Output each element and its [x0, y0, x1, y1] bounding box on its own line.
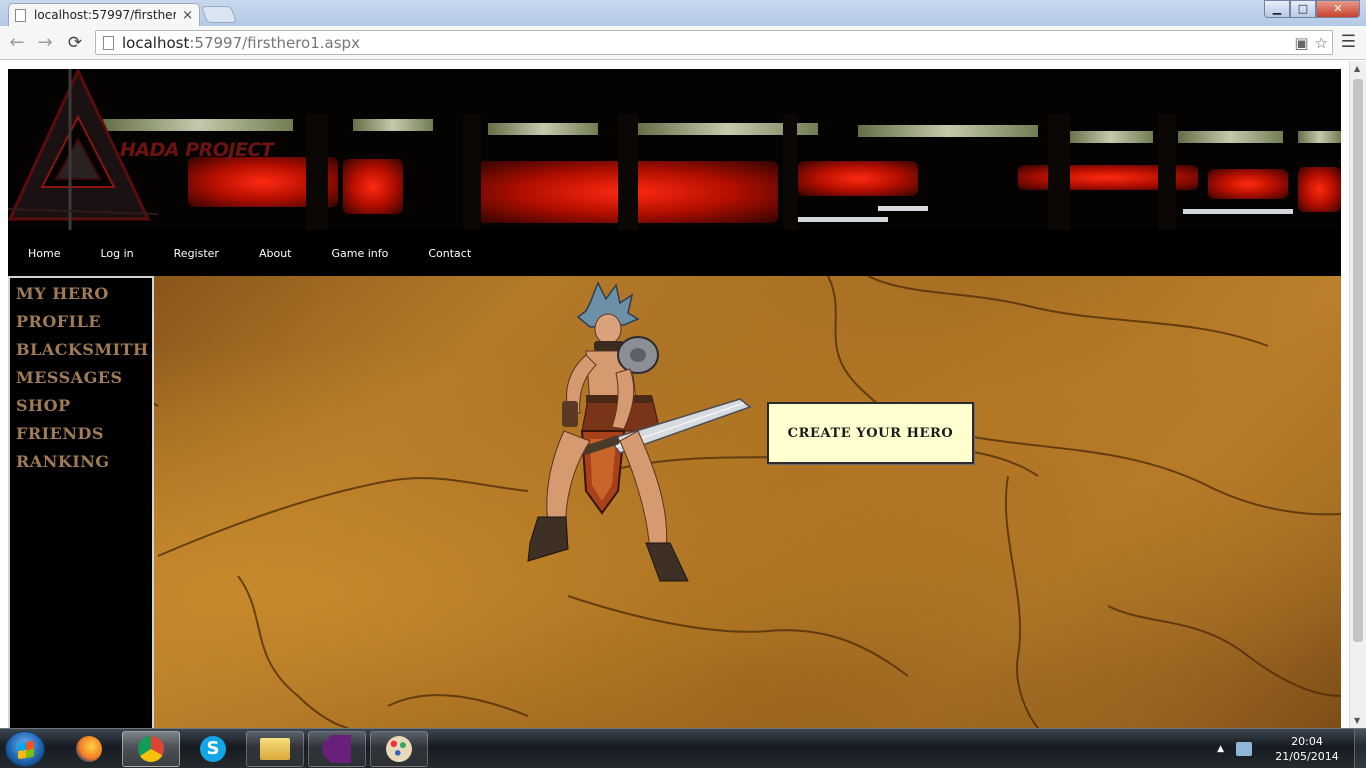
minimize-button[interactable]: ▁ — [1264, 0, 1290, 18]
clock-date: 21/05/2014 — [1275, 750, 1339, 763]
window-controls: ▁ □ ✕ — [1264, 0, 1360, 18]
chrome-menu-button[interactable]: ☰ — [1341, 32, 1356, 52]
new-tab-button[interactable] — [200, 6, 238, 23]
start-button[interactable] — [5, 731, 45, 767]
taskbar-explorer[interactable] — [246, 731, 304, 767]
sidebar-item-shop[interactable]: SHOP — [16, 395, 152, 423]
windows-taskbar: S ▲ 20:04 21/05/2014 — [0, 728, 1366, 768]
reload-button[interactable]: ⟳ — [65, 33, 85, 53]
nav-contact[interactable]: Contact — [428, 247, 471, 260]
browser-tab-strip: localhost:57997/firsthero1 × ▁ □ ✕ — [0, 0, 1366, 26]
maximize-button[interactable]: □ — [1290, 0, 1316, 18]
chrome-icon — [138, 736, 164, 762]
tab-close-icon[interactable]: × — [182, 8, 193, 23]
hero-character-image — [527, 281, 752, 582]
show-hidden-icons-icon[interactable]: ▲ — [1217, 744, 1224, 754]
taskbar-visual-studio[interactable] — [308, 731, 366, 767]
logo-text: HADA PROJECT — [120, 139, 274, 161]
system-tray: ▲ 20:04 21/05/2014 — [1217, 729, 1366, 768]
translate-icon[interactable]: ▣ — [1294, 34, 1308, 52]
scroll-up-icon[interactable]: ▲ — [1354, 64, 1360, 73]
taskbar-firefox[interactable] — [60, 731, 118, 767]
browser-tab[interactable]: localhost:57997/firsthero1 × — [8, 3, 200, 26]
clock[interactable]: 20:04 21/05/2014 — [1274, 734, 1340, 764]
show-desktop-button[interactable] — [1354, 729, 1366, 768]
nav-about[interactable]: About — [259, 247, 292, 260]
bookmark-star-icon[interactable]: ☆ — [1315, 34, 1328, 52]
tab-title: localhost:57997/firsthero1 — [34, 8, 177, 22]
windows-logo-icon — [18, 740, 34, 760]
site-banner: HADA PROJECT — [8, 69, 1341, 230]
network-icon[interactable] — [1236, 742, 1252, 756]
close-window-button[interactable]: ✕ — [1316, 0, 1360, 18]
taskbar-paint[interactable] — [370, 731, 428, 767]
sidebar-item-friends[interactable]: FRIENDS — [16, 423, 152, 451]
back-button[interactable]: ← — [7, 33, 27, 53]
sidebar-item-messages[interactable]: MESSAGES — [16, 367, 152, 395]
address-bar[interactable]: localhost:57997/firsthero1.aspx ▣ ☆ — [95, 30, 1333, 55]
nav-register[interactable]: Register — [174, 247, 219, 260]
sidebar-menu: MY HERO PROFILE BLACKSMITH MESSAGES SHOP… — [8, 276, 154, 728]
sidebar-item-blacksmith[interactable]: BLACKSMITH — [16, 339, 152, 367]
sidebar-item-ranking[interactable]: RANKING — [16, 451, 152, 479]
scrollbar-thumb[interactable] — [1353, 79, 1363, 642]
browser-toolbar: ← → ⟳ localhost:57997/firsthero1.aspx ▣ … — [0, 26, 1366, 60]
create-your-hero-button[interactable]: CREATE YOUR HERO — [767, 402, 974, 464]
page-icon — [103, 35, 114, 50]
page-viewport: HADA PROJECT Home Log in Register About … — [0, 61, 1349, 728]
nav-home[interactable]: Home — [28, 247, 60, 260]
sidebar-item-my-hero[interactable]: MY HERO — [16, 283, 152, 311]
url-text: localhost:57997/firsthero1.aspx — [122, 33, 360, 52]
forward-button[interactable]: → — [35, 33, 55, 53]
skype-icon: S — [200, 736, 226, 762]
paint-icon — [386, 736, 412, 762]
sidebar-item-profile[interactable]: PROFILE — [16, 311, 152, 339]
explorer-icon — [260, 738, 290, 760]
scroll-down-icon[interactable]: ▼ — [1354, 716, 1360, 725]
page-icon — [15, 8, 26, 22]
page-scrollbar[interactable]: ▲ ▼ — [1349, 61, 1366, 728]
taskbar-chrome[interactable] — [122, 731, 180, 767]
top-navigation: Home Log in Register About Game info Con… — [8, 230, 1341, 276]
nav-log-in[interactable]: Log in — [100, 247, 133, 260]
visual-studio-icon — [323, 735, 351, 763]
nav-game-info[interactable]: Game info — [331, 247, 388, 260]
firefox-icon — [76, 736, 102, 762]
clock-time: 20:04 — [1291, 735, 1323, 748]
taskbar-skype[interactable]: S — [184, 731, 242, 767]
